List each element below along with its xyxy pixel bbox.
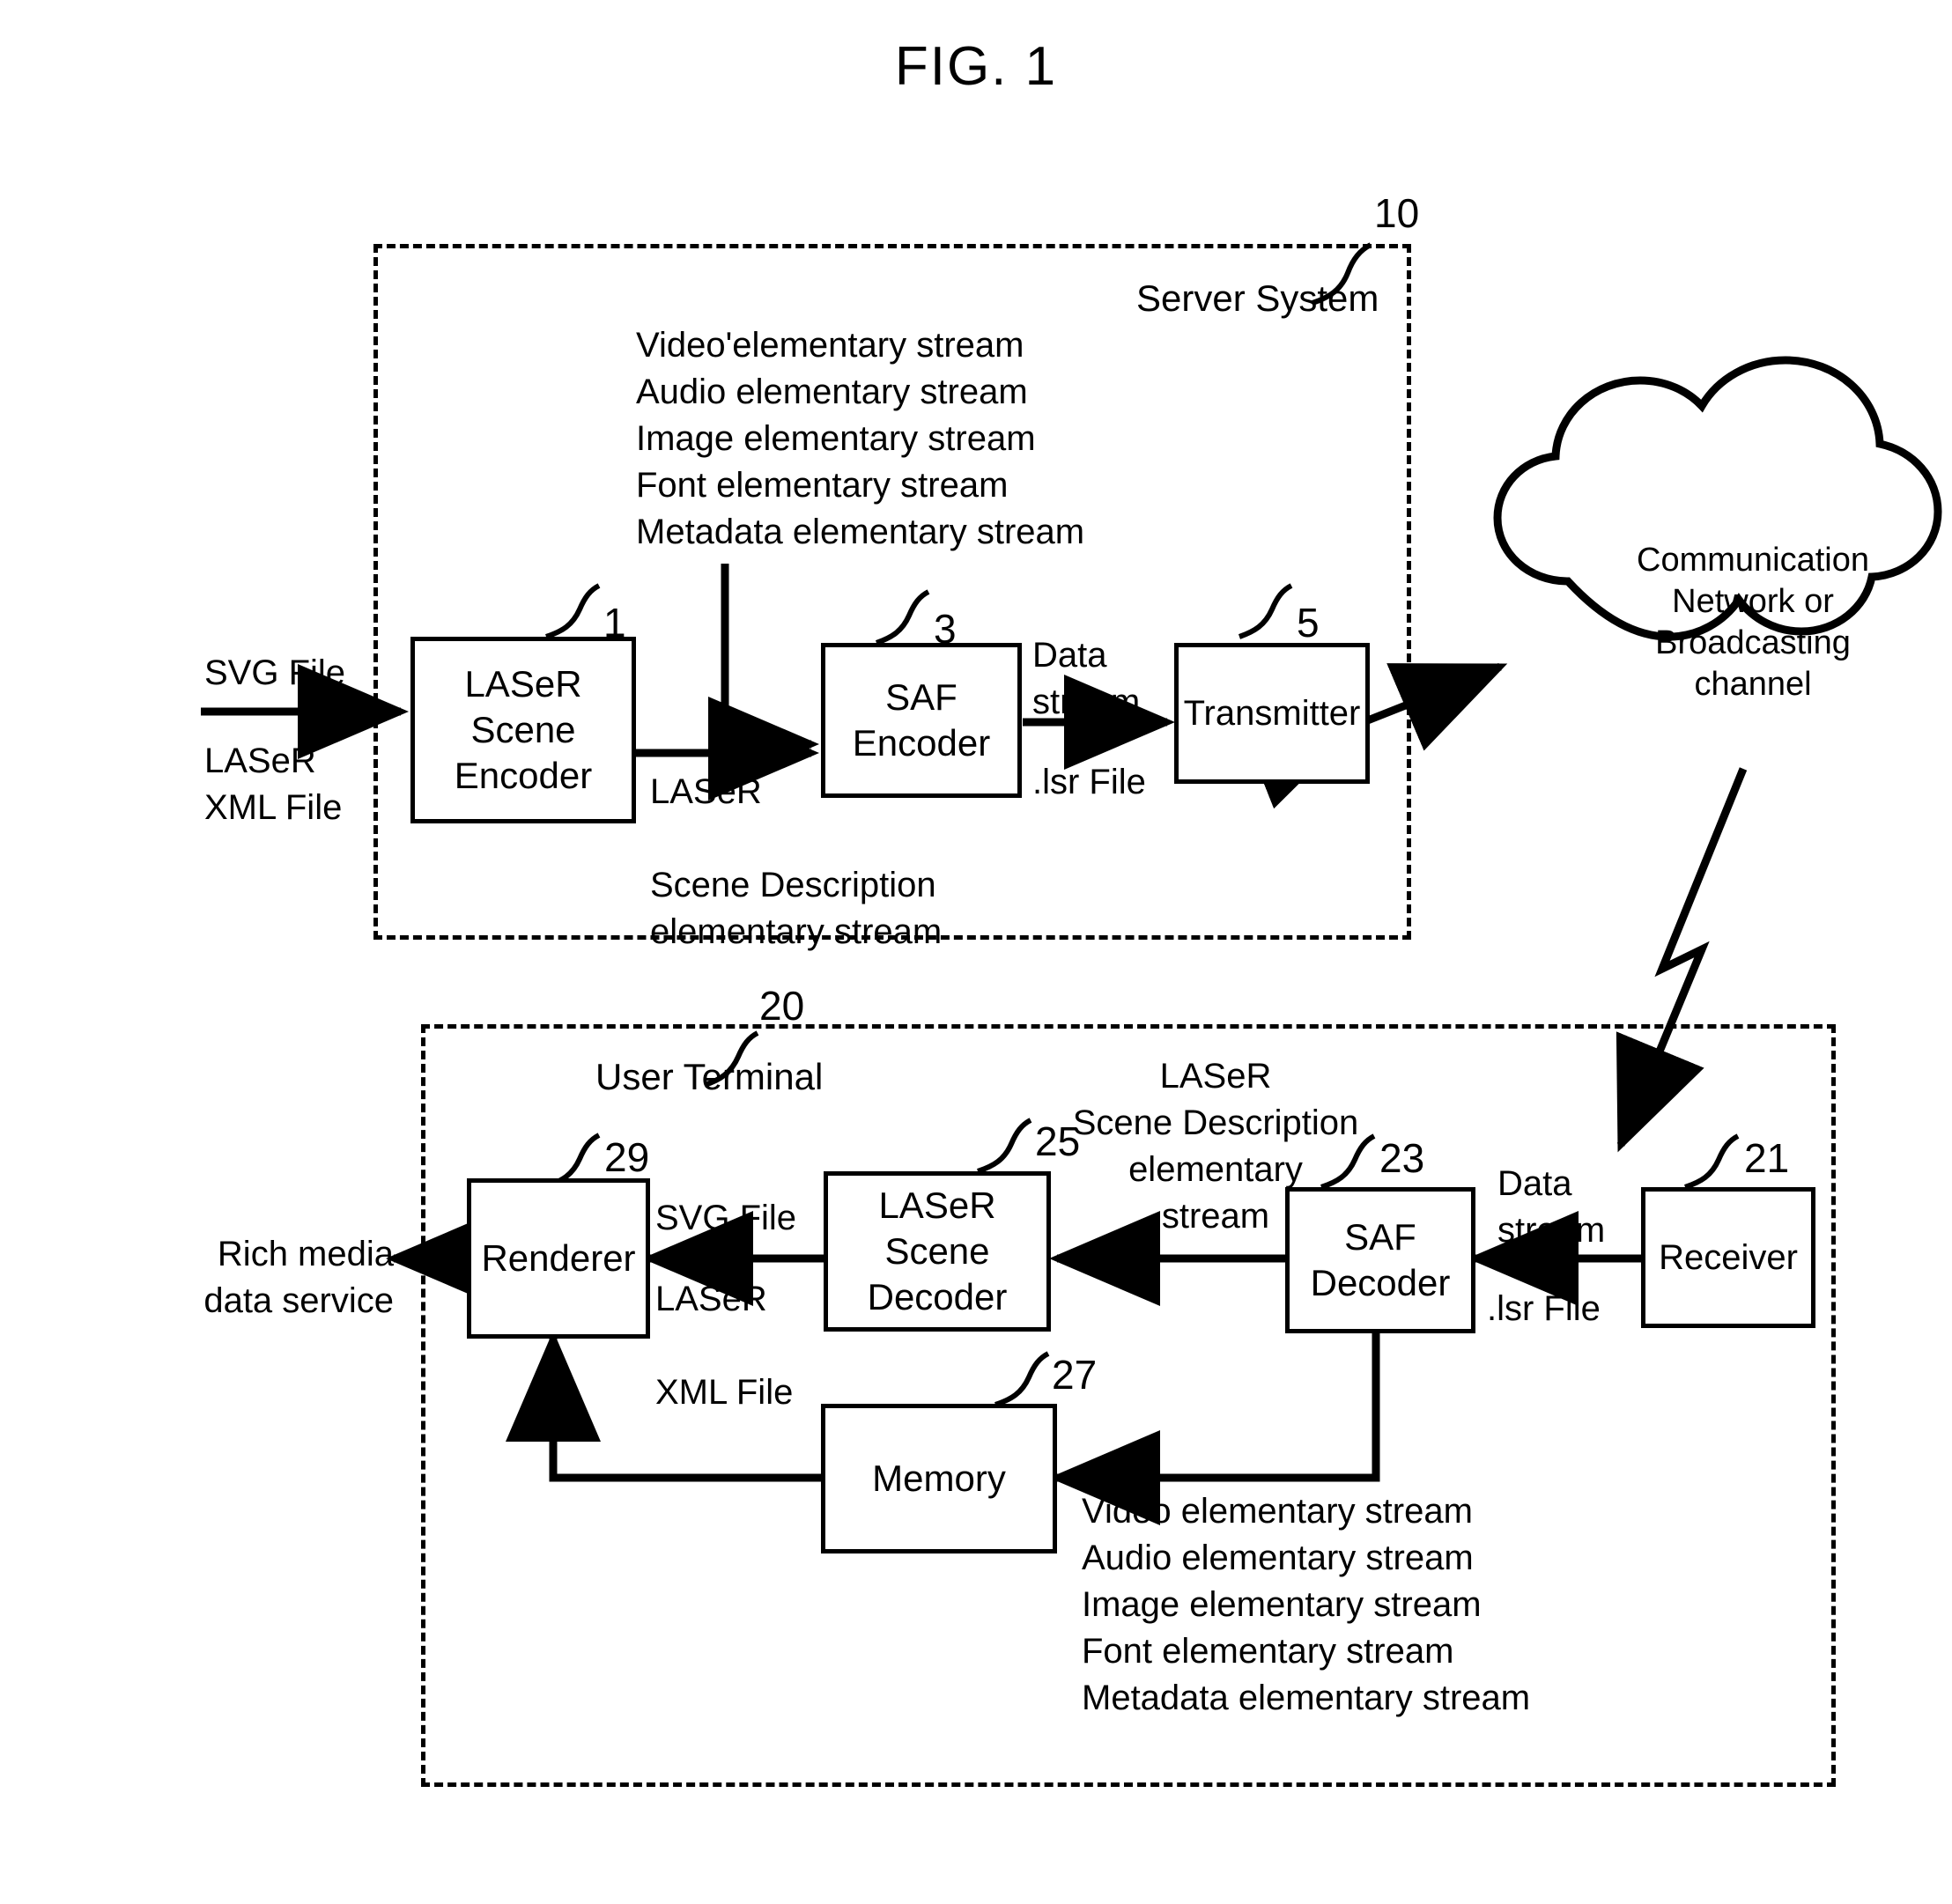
list-item: Image elementary stream (636, 419, 1036, 458)
saf-encoder-label: SAF Encoder (852, 676, 991, 764)
memory-block[interactable]: Memory (821, 1404, 1057, 1553)
lsr-file-label-server: .lsr File (1032, 763, 1146, 801)
list-item: Video elementary stream (1082, 1492, 1473, 1531)
laser-scene-encoder-block[interactable]: LASeR Scene Encoder (410, 637, 636, 823)
scene-description-stream-label: LASeR Scene Description elementary strea… (650, 772, 943, 951)
memory-label: Memory (872, 1458, 1006, 1499)
receiver-label: Receiver (1659, 1238, 1798, 1277)
list-item: Metadata elementary stream (1082, 1679, 1531, 1717)
arrow-transmitter-to-network (1238, 662, 1508, 809)
receiver-ref: 21 (1744, 1135, 1790, 1181)
rich-media-output-label: Rich media data service (203, 1235, 394, 1320)
user-terminal-ref: 20 (759, 983, 805, 1029)
leader-line-3 (875, 589, 930, 646)
laser-scene-decoder-block[interactable]: LASeR Scene Decoder (824, 1171, 1051, 1332)
svg-file-label-terminal: SVG File (655, 1199, 797, 1237)
scene-description-stream-label-terminal: LASeR Scene Description elementary strea… (1072, 1057, 1359, 1236)
user-terminal-label: User Terminal (595, 1056, 824, 1097)
lsr-file-label-terminal: .lsr File (1487, 1289, 1601, 1328)
laser-xml-file-input-label: LASeR XML File (204, 742, 343, 827)
list-item: Font elementary stream (636, 466, 1009, 505)
laser-xml-file-label-terminal: LASeR XML File (655, 1280, 794, 1412)
renderer-label: Renderer (481, 1237, 636, 1279)
laser-scene-encoder-ref: 1 (603, 600, 626, 646)
renderer-ref: 29 (604, 1134, 650, 1180)
data-stream-label-server: Data stream (1032, 636, 1141, 721)
transmitter-label: Transmitter (1183, 694, 1361, 733)
network-cloud-label: Communication Network or Broadcasting ch… (1637, 542, 1869, 703)
leader-line-21 (1684, 1133, 1740, 1190)
svg-file-input-label: SVG File (204, 653, 346, 692)
transmitter-block[interactable]: Transmitter (1174, 643, 1370, 784)
diagram-lines-layer (201, 242, 1942, 1525)
data-stream-label-terminal: Data stream (1497, 1164, 1606, 1250)
arrow-saf-decoder-to-memory (1049, 1333, 1380, 1525)
list-item: Font elementary stream (1082, 1632, 1454, 1671)
server-elementary-stream-list: Video'elementary stream Audio elementary… (636, 322, 1084, 556)
laser-scene-decoder-label: LASeR Scene Decoder (867, 1184, 1008, 1317)
memory-ref: 27 (1052, 1352, 1098, 1398)
leader-line-27 (994, 1351, 1050, 1407)
transmitter-ref: 5 (1297, 600, 1320, 646)
list-item: Audio elementary stream (1082, 1539, 1474, 1577)
saf-encoder-ref: 3 (934, 606, 957, 652)
saf-decoder-ref: 23 (1379, 1135, 1425, 1181)
server-system-label: Server System (1136, 277, 1379, 319)
list-item: Video'elementary stream (636, 326, 1024, 365)
leader-line-5 (1238, 583, 1293, 639)
arrow-elementary-streams-to-saf-encoder (708, 564, 819, 792)
list-item: Image elementary stream (1082, 1585, 1482, 1624)
laser-scene-encoder-label: LASeR Scene Encoder (454, 663, 593, 796)
receiver-block[interactable]: Receiver (1641, 1187, 1815, 1328)
list-item: Metadata elementary stream (636, 513, 1085, 551)
leader-line-1 (545, 583, 601, 639)
server-system-ref: 10 (1374, 190, 1420, 236)
figure-page: FIG. 1 Server System 10 Video'elementary… (0, 0, 1952, 1904)
leader-line-25 (977, 1118, 1032, 1174)
terminal-elementary-stream-list: Video elementary stream Audio elementary… (1082, 1488, 1530, 1722)
list-item: Audio elementary stream (636, 373, 1028, 411)
arrow-network-to-receiver (1616, 767, 1748, 1153)
renderer-block[interactable]: Renderer (467, 1178, 650, 1339)
